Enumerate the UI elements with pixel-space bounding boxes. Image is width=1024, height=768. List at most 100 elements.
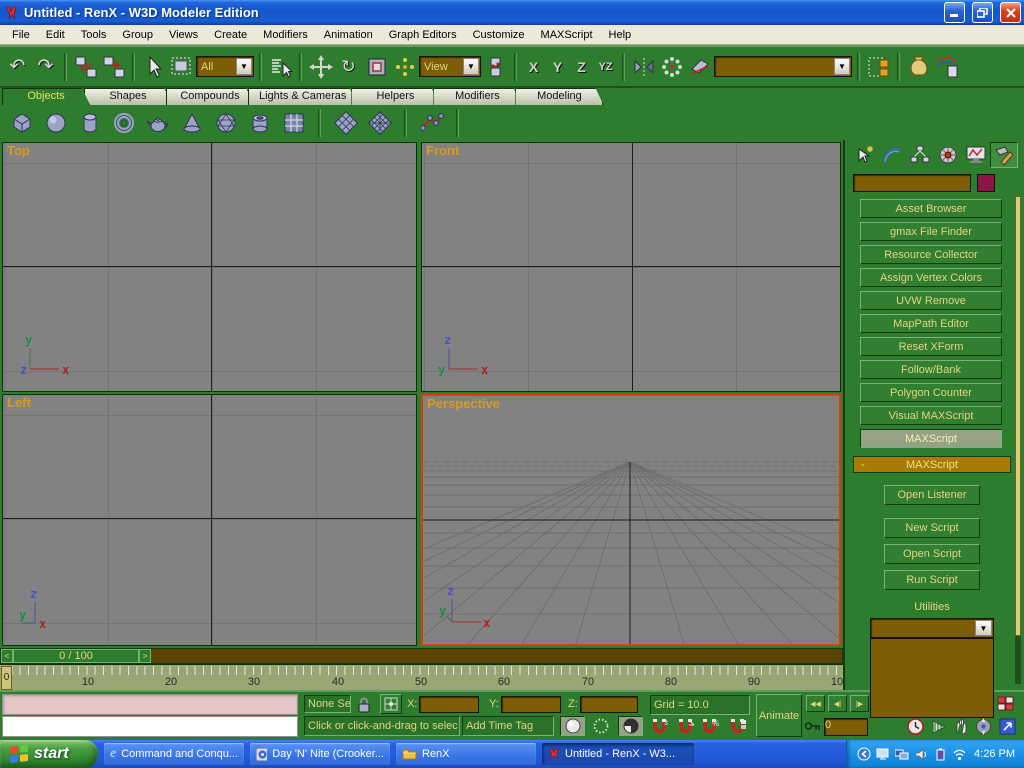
previous-frame-button[interactable]: ◀| [828,695,847,712]
menu-group[interactable]: Group [114,27,161,43]
menu-modifiers[interactable]: Modifiers [255,27,316,43]
menu-help[interactable]: Help [601,27,640,43]
taskbar-task-renx-folder[interactable]: RenX [396,743,536,765]
dropdown-arrow-icon[interactable]: ▼ [834,58,850,75]
asset-browser-button[interactable]: Asset Browser [860,199,1002,218]
reference-coordinate-system-dropdown[interactable]: View ▼ [419,56,481,77]
hierarchy-panel-icon[interactable] [906,142,934,168]
scrollbar-thumb[interactable] [1015,196,1021,636]
go-to-start-button[interactable]: ◀◀ [806,695,825,712]
menu-create[interactable]: Create [206,27,255,43]
reset-xform-button[interactable]: Reset XForm [860,337,1002,356]
play-animation-button[interactable]: |▶ [850,695,869,712]
display-panel-icon[interactable] [962,142,990,168]
smooth-sphere-icon[interactable] [560,716,585,736]
use-pivot-center-icon[interactable] [482,52,509,82]
create-quad-patch-icon[interactable] [332,109,359,137]
named-selection-sets-dropdown[interactable]: ▼ [714,56,852,77]
current-frame-field[interactable]: 0 [824,718,868,736]
create-sphere-icon[interactable] [42,109,69,137]
collapse-icon[interactable]: - [854,459,872,471]
network-icon[interactable] [895,747,909,761]
create-torus-icon[interactable] [110,109,137,137]
menu-views[interactable]: Views [161,27,206,43]
tab-lights-cameras[interactable]: Lights & Cameras [248,88,357,105]
open-script-button[interactable]: Open Script [884,544,980,564]
mappath-editor-button[interactable]: MapPath Editor [860,314,1002,333]
time-configuration-icon[interactable] [906,718,925,735]
object-name-field[interactable] [853,174,971,192]
restrict-z-button[interactable]: Z [570,54,593,80]
create-bones-icon[interactable] [418,109,445,137]
viewport-layout-icon[interactable] [996,695,1015,712]
tab-objects[interactable]: Objects [2,88,90,105]
dotted-sphere-icon[interactable] [591,717,610,734]
selection-filter-dropdown[interactable]: All ▼ [196,56,254,77]
undo-icon[interactable]: ↶ [4,52,31,82]
key-mode-icon[interactable] [804,720,822,732]
uvw-remove-button[interactable]: UVW Remove [860,291,1002,310]
zoom-extents-all-icon[interactable] [930,718,949,735]
restore-button[interactable] [972,2,993,23]
mirror-icon[interactable] [630,52,657,82]
align-icon[interactable] [686,52,713,82]
taskbar-task-media[interactable]: Day 'N' Nite (Crooker... [250,743,390,765]
polygon-counter-button[interactable]: Polygon Counter [860,383,1002,402]
utilities-dropdown-list[interactable] [870,638,994,718]
gmax-file-finder-button[interactable]: gmax File Finder [860,222,1002,241]
viewport-front[interactable]: Front z x y [421,142,841,392]
tab-compounds[interactable]: Compounds [166,88,254,105]
open-listener-button[interactable]: Open Listener [884,485,980,505]
create-tri-patch-icon[interactable] [366,109,393,137]
volume-icon[interactable] [914,747,928,761]
tab-shapes[interactable]: Shapes [84,88,172,105]
select-and-move-icon[interactable] [307,52,334,82]
select-object-icon[interactable] [140,52,167,82]
pan-hand-icon[interactable] [952,718,971,735]
assign-vertex-colors-button[interactable]: Assign Vertex Colors [860,268,1002,287]
maxscript-mini-listener[interactable] [2,716,298,737]
tab-helpers[interactable]: Helpers [351,88,439,105]
menu-file[interactable]: File [4,27,38,43]
minimize-button[interactable] [944,2,965,23]
utilities-panel-icon[interactable] [990,142,1018,168]
tab-modifiers[interactable]: Modifiers [433,88,521,105]
macro-recorder-field[interactable] [2,694,298,715]
run-script-button[interactable]: Run Script [884,570,980,590]
absolute-offset-mode-icon[interactable] [380,694,402,714]
spinner-snap-icon[interactable] [728,717,747,734]
close-button[interactable] [1000,2,1021,23]
create-geosphere-icon[interactable] [212,109,239,137]
motion-panel-icon[interactable] [934,142,962,168]
track-bar[interactable]: < 0 / 100 > [0,648,843,664]
maxscript-utility-button[interactable]: MAXScript [860,429,1002,448]
follow-bank-button[interactable]: Follow/Bank [860,360,1002,379]
percent-snap-icon[interactable]: % [700,717,719,734]
restrict-x-button[interactable]: X [522,54,545,80]
create-box-icon[interactable] [8,109,35,137]
angle-snap-icon[interactable] [676,717,695,734]
dropdown-arrow-icon[interactable]: ▼ [463,58,479,75]
maxscript-rollout-header[interactable]: - MAXScript [853,456,1011,473]
menu-maxscript[interactable]: MAXScript [533,27,601,43]
arc-rotate-icon[interactable] [974,718,993,735]
selection-lock-icon[interactable] [356,696,372,713]
timeline-ruler[interactable]: 10 20 30 40 50 60 70 80 90 100 0 [0,664,843,690]
display-settings-icon[interactable] [876,747,890,761]
menu-tools[interactable]: Tools [73,27,115,43]
hide-icons-icon[interactable] [857,747,871,761]
y-coord-field[interactable] [501,696,561,713]
menu-graph-editors[interactable]: Graph Editors [381,27,465,43]
redo-icon[interactable]: ↷ [32,52,59,82]
new-script-button[interactable]: New Script [884,518,980,538]
select-by-name-icon[interactable] [267,52,294,82]
restrict-y-button[interactable]: Y [546,54,569,80]
create-teapot-icon[interactable] [144,109,171,137]
time-slider-button[interactable]: 0 / 100 [13,649,139,663]
select-and-rotate-icon[interactable]: ↻ [335,52,362,82]
manipulate-icon[interactable] [391,52,418,82]
menu-customize[interactable]: Customize [465,27,533,43]
animate-button[interactable]: Animate [756,694,802,737]
min-max-toggle-icon[interactable] [998,718,1017,735]
battery-icon[interactable] [933,747,947,761]
